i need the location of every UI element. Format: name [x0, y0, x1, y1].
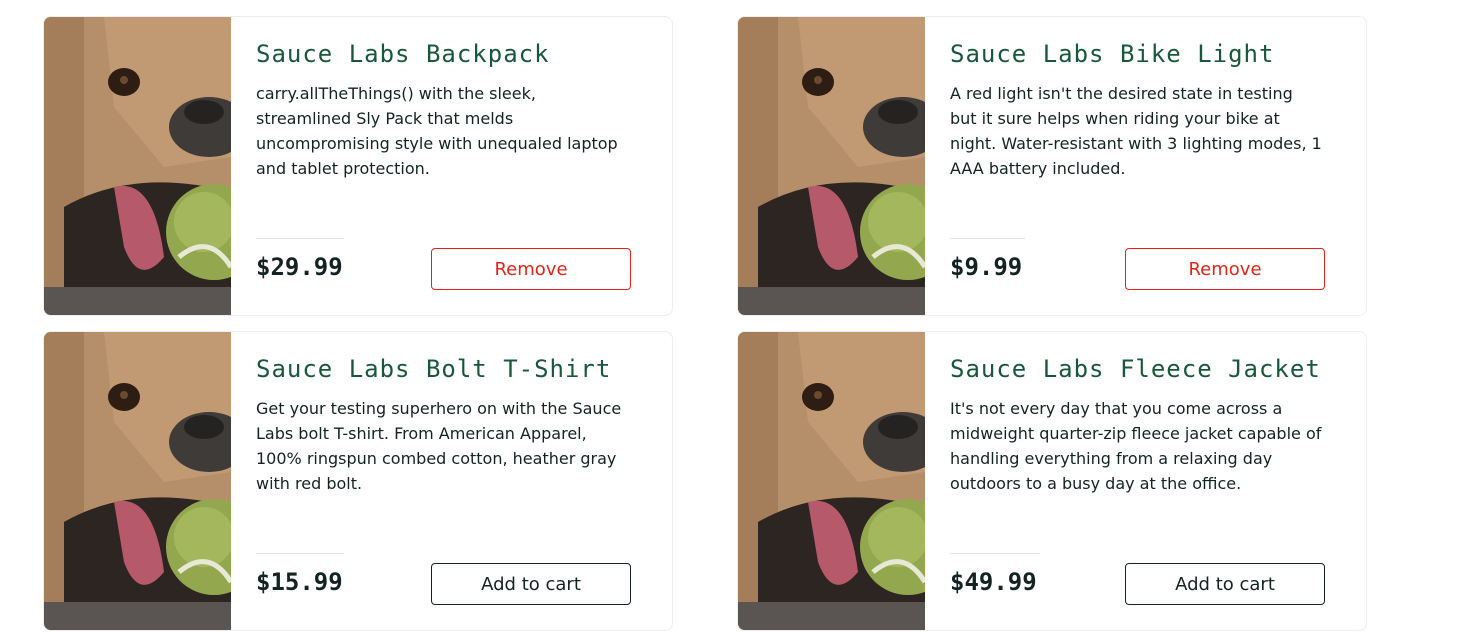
divider: [256, 553, 344, 554]
product-name-link[interactable]: Sauce Labs Bolt T-Shirt: [256, 355, 611, 383]
divider: [950, 238, 1025, 239]
add-to-cart-button[interactable]: Add to cart: [431, 563, 631, 605]
product-description: Get your testing superhero on with the S…: [256, 399, 622, 493]
remove-button[interactable]: Remove: [1125, 248, 1325, 290]
dog-photo-icon: [44, 17, 231, 315]
product-description: A red light isn't the desired state in t…: [950, 84, 1322, 178]
product-price: $15.99: [256, 568, 343, 596]
product-price: $29.99: [256, 253, 343, 281]
inventory-item: Sauce Labs Bike Light A red light isn't …: [737, 16, 1367, 316]
inventory-item: Sauce Labs Bolt T-Shirt Get your testing…: [43, 331, 673, 631]
dog-photo-icon: [738, 17, 925, 315]
divider: [950, 553, 1040, 554]
product-image[interactable]: [738, 17, 925, 315]
remove-button[interactable]: Remove: [431, 248, 631, 290]
product-name-link[interactable]: Sauce Labs Backpack: [256, 40, 550, 68]
product-description: It's not every day that you come across …: [950, 399, 1322, 493]
product-price: $49.99: [950, 568, 1037, 596]
add-to-cart-button[interactable]: Add to cart: [1125, 563, 1325, 605]
divider: [256, 238, 344, 239]
dog-photo-icon: [44, 332, 231, 630]
dog-photo-icon: [738, 332, 925, 630]
product-description: carry.allTheThings() with the sleek, str…: [256, 84, 618, 178]
product-name-link[interactable]: Sauce Labs Fleece Jacket: [950, 355, 1321, 383]
product-price: $9.99: [950, 253, 1023, 281]
product-image[interactable]: [44, 332, 231, 630]
inventory-item: Sauce Labs Fleece Jacket It's not every …: [737, 331, 1367, 631]
product-name-link[interactable]: Sauce Labs Bike Light: [950, 40, 1274, 68]
inventory-list: Sauce Labs Backpack carry.allTheThings()…: [0, 0, 1461, 636]
inventory-item: Sauce Labs Backpack carry.allTheThings()…: [43, 16, 673, 316]
product-image[interactable]: [44, 17, 231, 315]
product-image[interactable]: [738, 332, 925, 630]
